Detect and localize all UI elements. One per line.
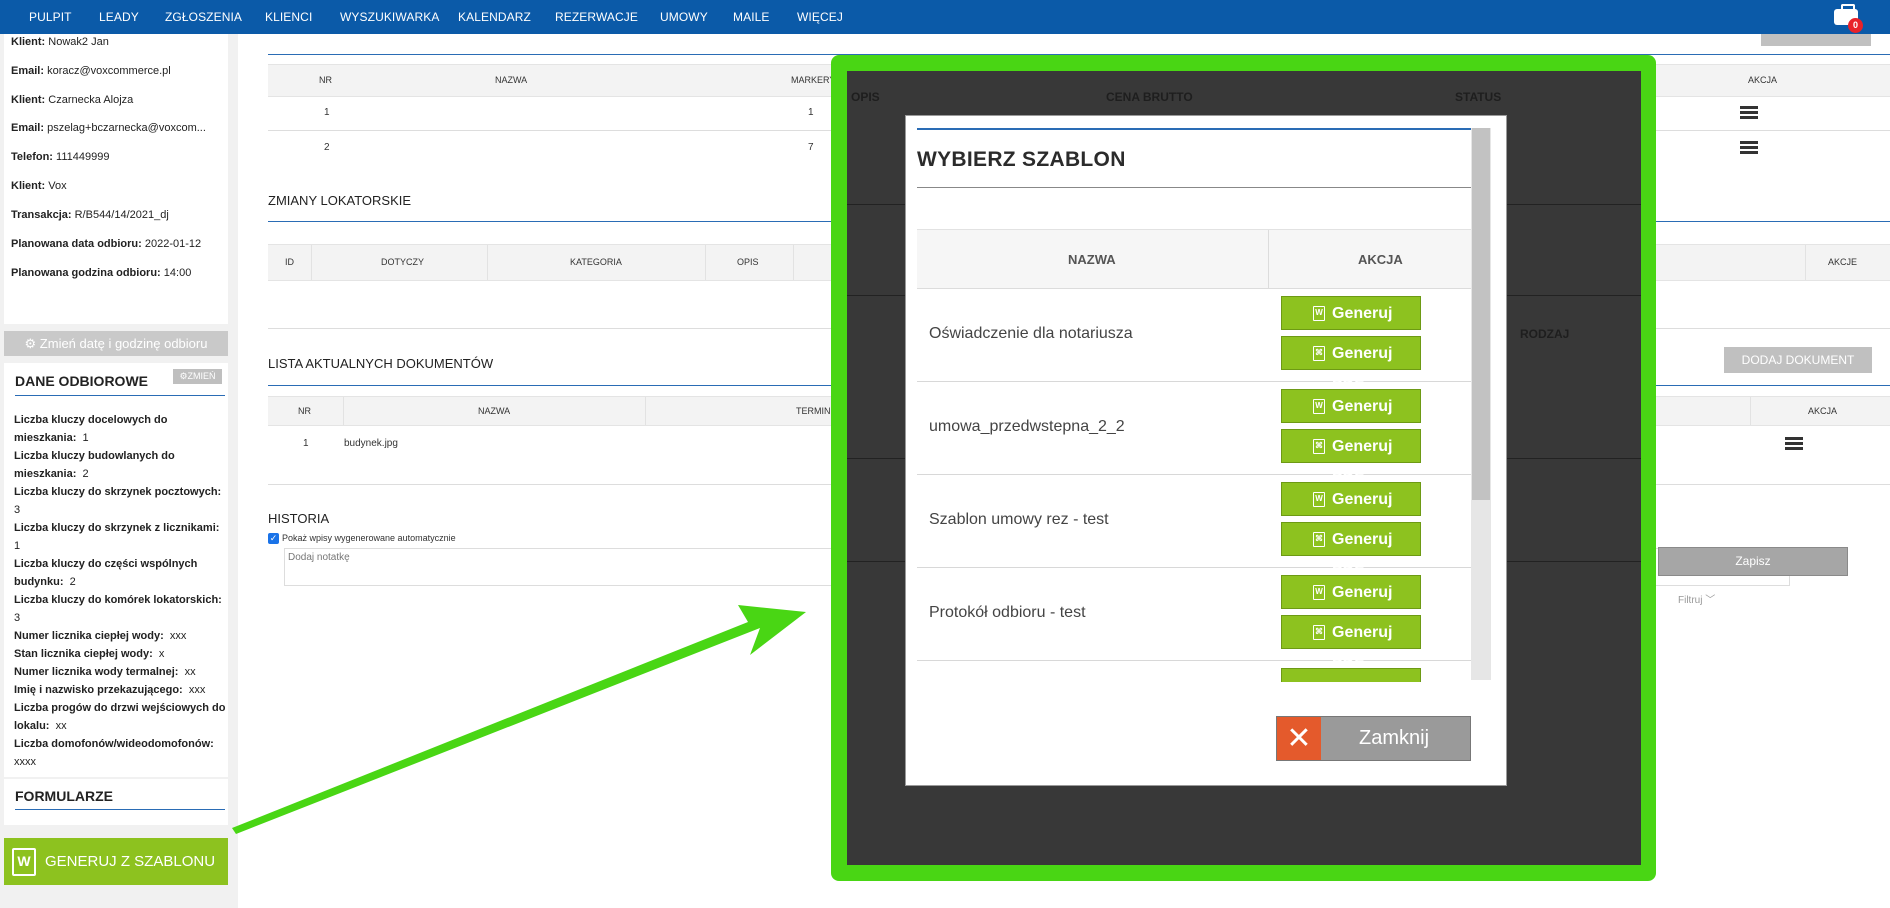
annotation-arrow [232, 605, 806, 834]
